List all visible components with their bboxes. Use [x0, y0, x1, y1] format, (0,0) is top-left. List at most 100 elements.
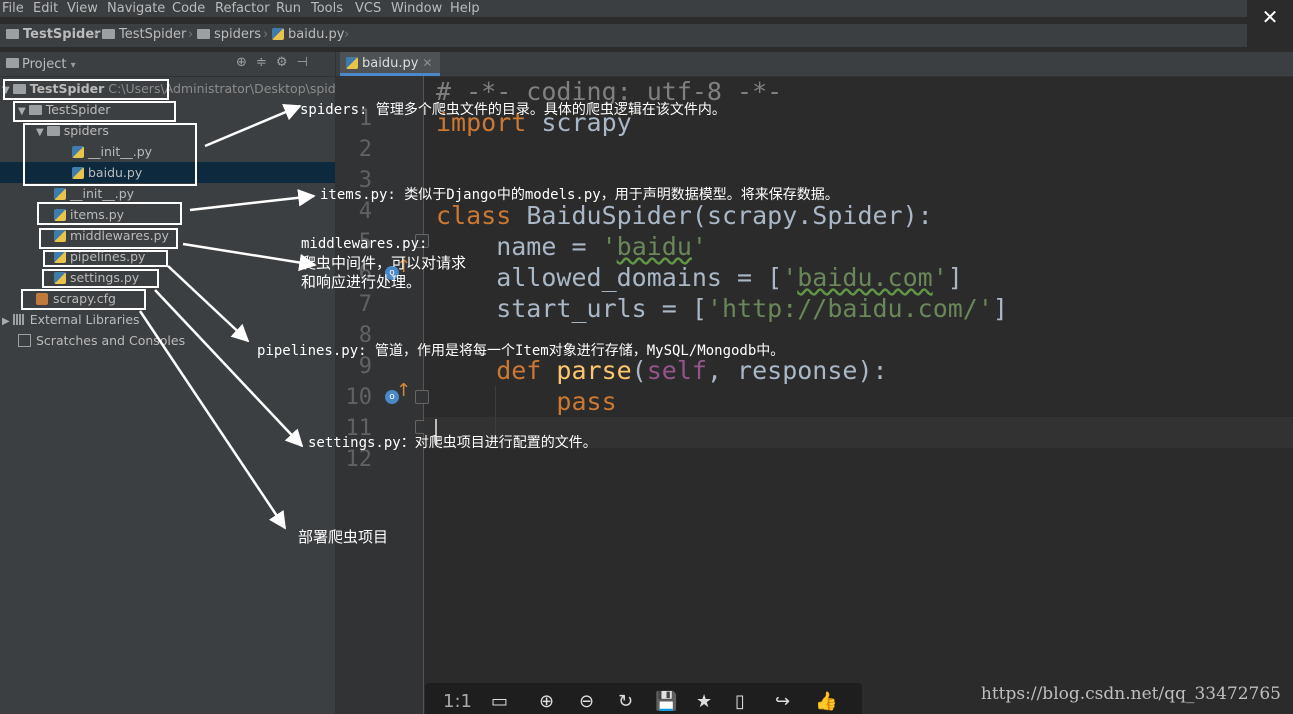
tree-item-baidu[interactable]: baidu.py	[72, 162, 142, 183]
tree-item-scrapy-cfg[interactable]: scrapy.cfg	[36, 288, 116, 309]
tab-baidu-py[interactable]: baidu.py ✕	[340, 52, 441, 76]
menu-edit[interactable]: Edit	[33, 0, 58, 17]
line-number: 1	[358, 106, 372, 131]
project-panel-header: Project ▾ ⊕≑⚙⊣	[0, 52, 335, 77]
python-file-icon	[346, 57, 358, 69]
project-panel: Project ▾ ⊕≑⚙⊣ ▼ TestSpider C:\Users\Admin…	[0, 52, 349, 714]
text-cursor	[435, 419, 437, 445]
code-line-2[interactable]: import scrapy	[436, 107, 632, 138]
close-button[interactable]: ✕	[1247, 0, 1293, 34]
breadcrumb: TestSpider › TestSpider › spiders › baid…	[0, 24, 1247, 48]
line-number: 8	[358, 323, 372, 348]
hide-icon[interactable]: ⊣	[296, 55, 316, 70]
menu-vcs[interactable]: VCS	[355, 0, 381, 17]
folder-icon	[28, 105, 42, 115]
python-file-icon	[272, 28, 284, 40]
save-icon[interactable]: 💾	[655, 691, 677, 712]
up-arrow-icon[interactable]: ↑	[396, 382, 411, 400]
project-path: C:\Users\Administrator\Desktop\spider	[108, 81, 349, 96]
fit-window-icon[interactable]: ▭	[491, 691, 508, 712]
tree-item-items[interactable]: items.py	[54, 204, 124, 225]
tree-item-package-init[interactable]: __init__.py	[54, 183, 134, 204]
rotate-icon[interactable]: ↻	[618, 691, 633, 712]
editor-tab-bar: baidu.py ✕	[336, 52, 1293, 77]
tree-item-settings[interactable]: settings.py	[54, 267, 139, 288]
menu-refactor[interactable]: Refactor	[215, 0, 270, 17]
line-number: 10	[345, 385, 373, 410]
menu-bar: File Edit View Navigate Code Refactor Ru…	[0, 0, 1293, 17]
tree-item-package[interactable]: ▼ TestSpider	[18, 99, 110, 120]
breadcrumb-spiders[interactable]: spiders	[197, 27, 261, 42]
python-file-icon	[54, 272, 66, 284]
menu-file[interactable]: File	[2, 0, 24, 17]
panel-toolbar: ⊕≑⚙⊣	[236, 55, 317, 70]
gear-icon[interactable]: ⚙	[276, 55, 297, 70]
close-tab-icon[interactable]: ✕	[422, 56, 432, 70]
line-number: 9	[358, 354, 372, 379]
menu-help[interactable]: Help	[450, 0, 480, 17]
python-file-icon	[54, 209, 66, 221]
share-icon[interactable]: ↪	[775, 691, 790, 712]
tree-item-external-libraries[interactable]: ▶ External Libraries	[2, 309, 140, 330]
fold-marker-icon[interactable]	[415, 234, 429, 248]
python-file-icon	[54, 251, 66, 263]
line-number: 11	[345, 416, 373, 441]
tree-item-pipelines[interactable]: pipelines.py	[54, 246, 145, 267]
actual-size-button[interactable]: 1:1	[443, 691, 472, 712]
code-line-11[interactable]: pass	[436, 386, 616, 417]
project-view-icon	[6, 56, 23, 71]
code-line-6[interactable]: name = 'baidu'	[436, 231, 707, 262]
line-number: 4	[358, 199, 372, 224]
python-file-icon	[54, 188, 66, 200]
editor-gutter: 1 2 3 4 5 6 7 8 9 10 11 12 o ↑ o ↑	[336, 76, 429, 714]
tree-item-scratches[interactable]: Scratches and Consoles	[18, 330, 185, 351]
python-file-icon	[72, 167, 84, 179]
tree-item-project-root[interactable]: ▼ TestSpider C:\Users\Administrator\Deskto…	[2, 78, 349, 99]
folder-icon	[12, 84, 26, 94]
tree-item-spiders[interactable]: ▼ spiders	[36, 120, 109, 141]
up-arrow-icon[interactable]: ↑	[396, 258, 411, 276]
code-line-7[interactable]: allowed_domains = ['baidu.com']	[436, 262, 963, 293]
expand-icon[interactable]: ▼	[36, 127, 44, 138]
line-number: 2	[358, 137, 372, 162]
menu-run[interactable]: Run	[276, 0, 301, 17]
fold-marker-icon[interactable]	[415, 390, 429, 404]
code-line-10[interactable]: def parse(self, response):	[436, 355, 887, 386]
editor: baidu.py ✕ 1 2 3 4 5 6 7 8 9 10 11 12 o ↑…	[335, 52, 1293, 714]
code-line-1[interactable]: # -*- coding: utf-8 -*-	[436, 76, 782, 107]
code-line-5[interactable]: class BaiduSpider(scrapy.Spider):	[436, 200, 933, 231]
tree-item-middlewares[interactable]: middlewares.py	[54, 225, 169, 246]
zoom-in-icon[interactable]: ⊕	[539, 691, 554, 712]
watermark: https://blog.csdn.net/qq_33472765	[980, 684, 1281, 704]
breadcrumb-package[interactable]: TestSpider	[102, 27, 186, 42]
menu-view[interactable]: View	[67, 0, 98, 17]
library-icon	[12, 314, 25, 325]
python-file-icon	[72, 146, 84, 158]
favorite-icon[interactable]: ★	[696, 691, 712, 712]
chevron-right-icon: ›	[344, 27, 350, 42]
expand-icon[interactable]: ▼	[2, 85, 10, 96]
chevron-right-icon: ›	[263, 27, 269, 42]
line-number: 7	[358, 292, 372, 317]
line-number: 6	[358, 261, 372, 286]
menu-window[interactable]: Window	[391, 0, 442, 17]
folder-icon	[6, 29, 19, 39]
folder-icon	[197, 29, 210, 39]
target-icon[interactable]: ⊕	[236, 55, 256, 70]
thumbs-up-icon[interactable]: 👍	[815, 691, 837, 712]
config-file-icon	[36, 293, 48, 305]
tree-item-spiders-init[interactable]: __init__.py	[72, 141, 152, 162]
collapse-icon[interactable]: ≑	[256, 55, 276, 70]
breadcrumb-project[interactable]: TestSpider	[6, 27, 101, 42]
scratches-icon	[18, 334, 31, 347]
menu-code[interactable]: Code	[172, 0, 205, 17]
breadcrumb-file[interactable]: baidu.py	[272, 27, 344, 42]
zoom-out-icon[interactable]: ⊖	[579, 691, 594, 712]
project-view-selector[interactable]: Project ▾	[22, 57, 76, 72]
expand-icon[interactable]: ▶	[2, 316, 10, 327]
menu-navigate[interactable]: Navigate	[107, 0, 165, 17]
expand-icon[interactable]: ▼	[18, 106, 26, 117]
menu-tools[interactable]: Tools	[311, 0, 343, 17]
code-line-8[interactable]: start_urls = ['http://baidu.com/']	[436, 293, 1008, 324]
device-icon[interactable]: ▯	[735, 691, 745, 712]
